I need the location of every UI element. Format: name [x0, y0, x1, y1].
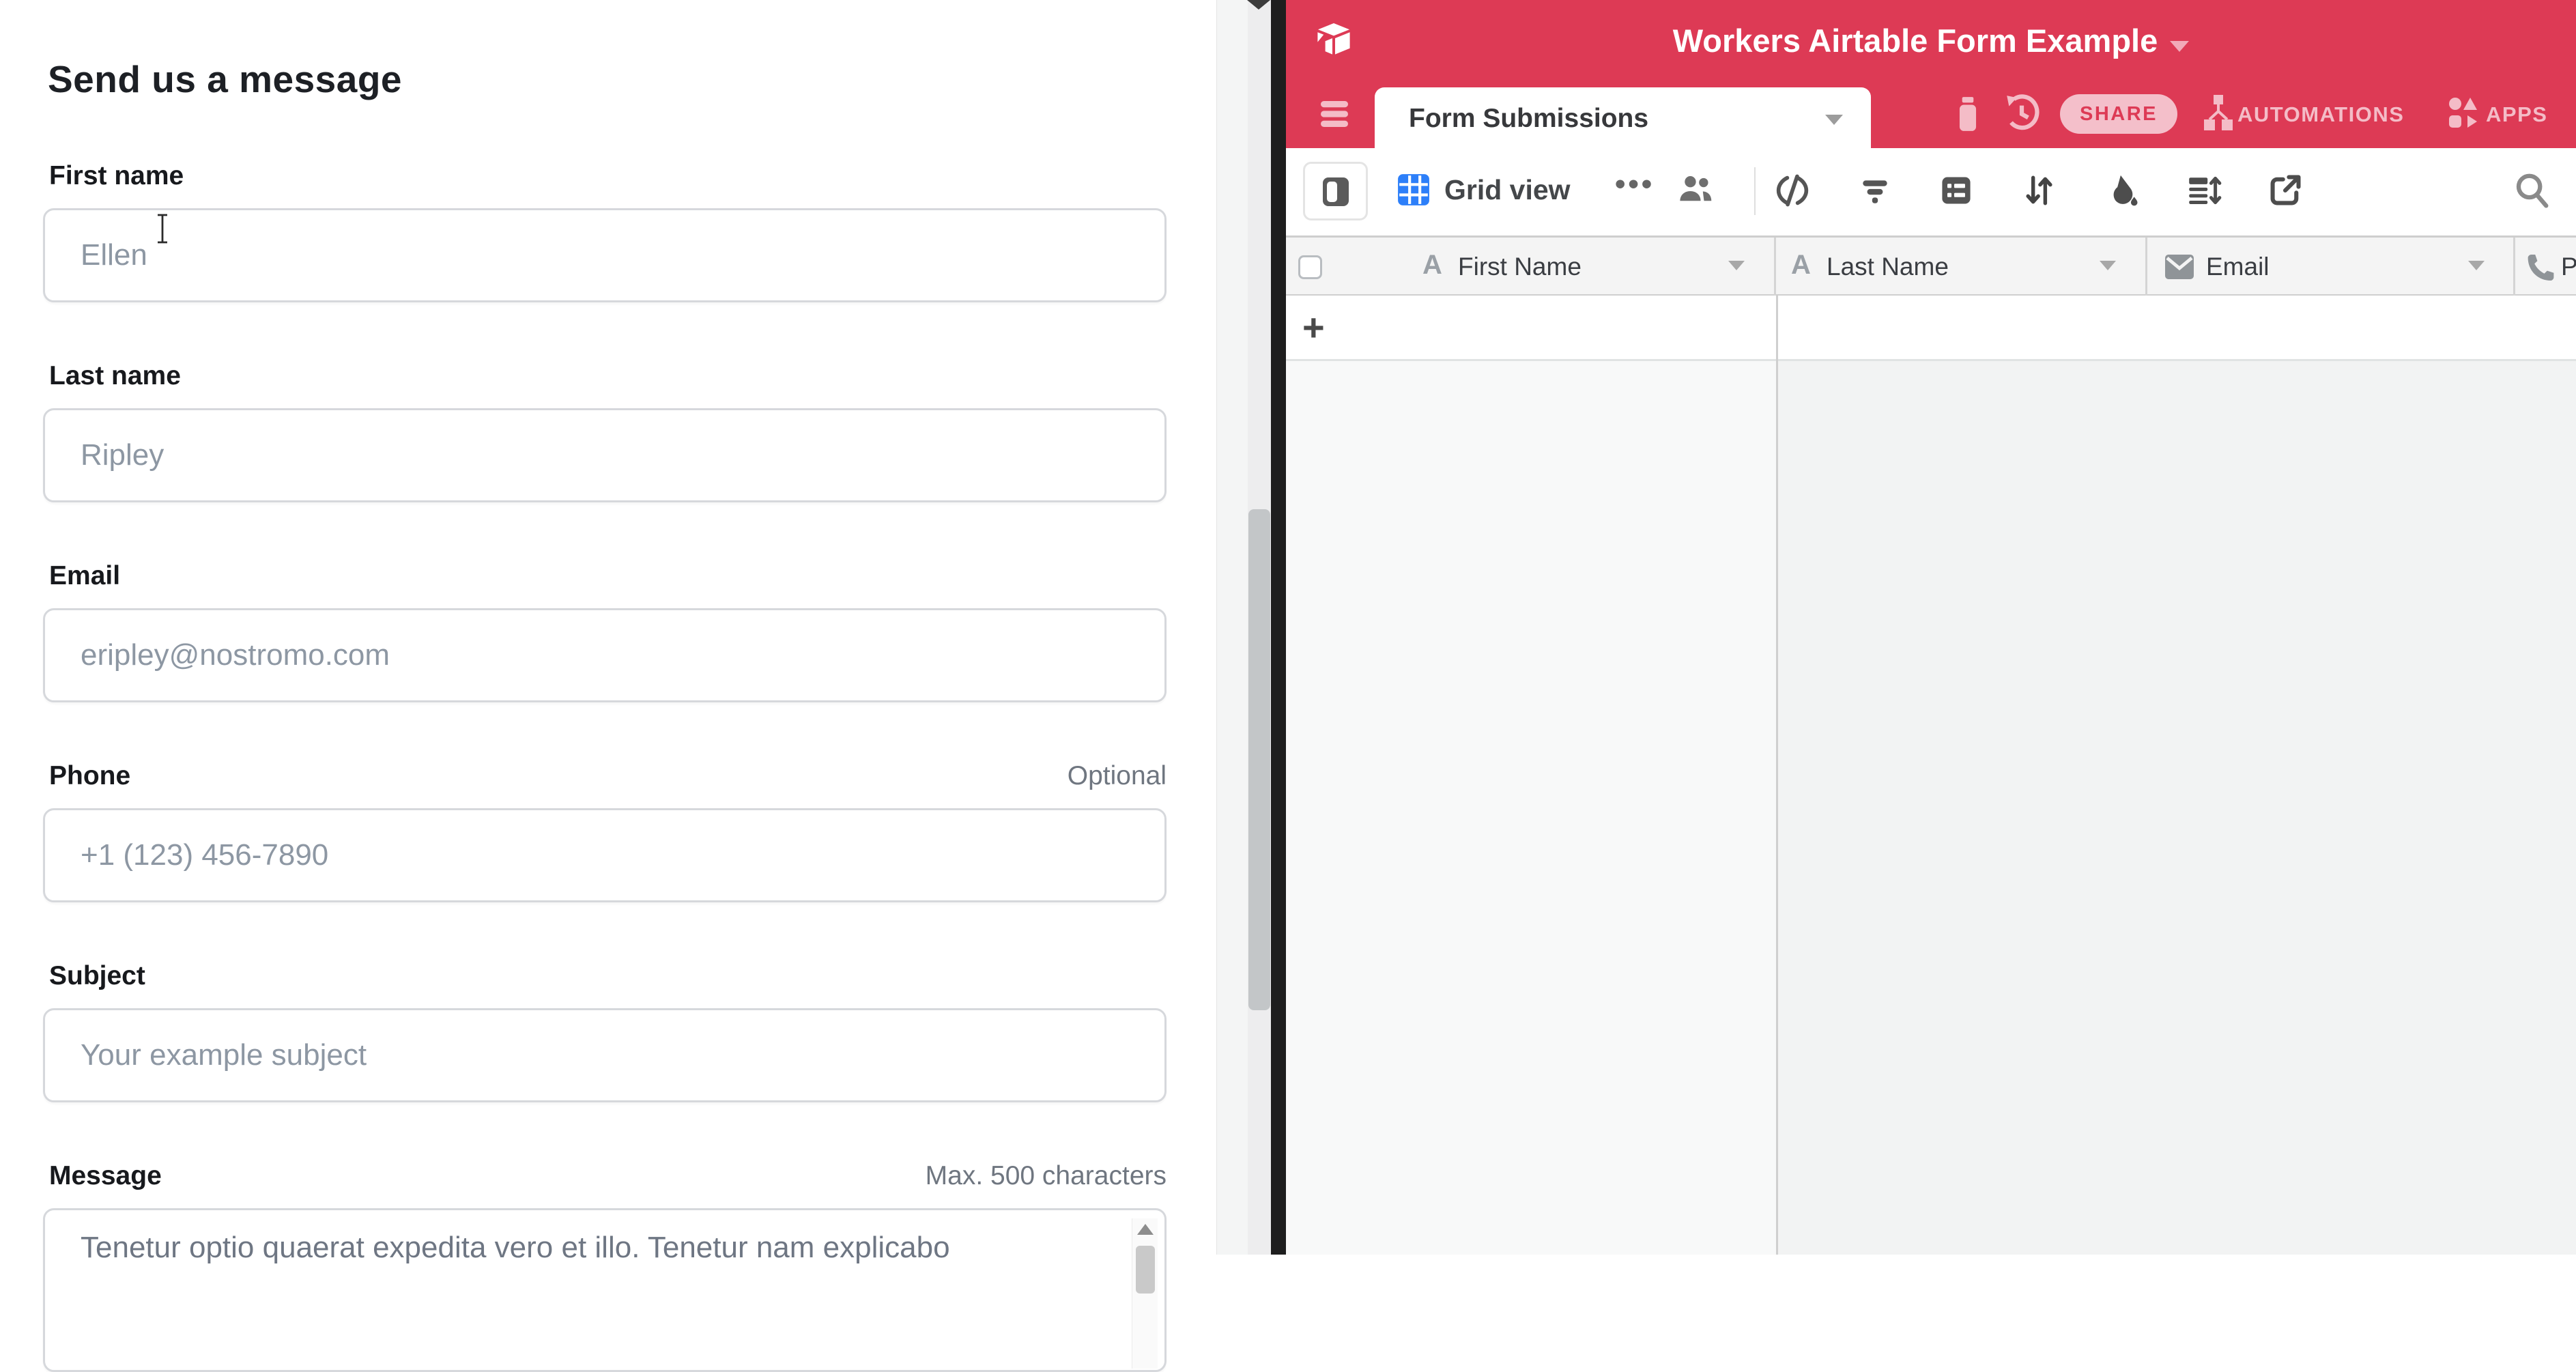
first-name-input[interactable] — [43, 208, 1167, 302]
scroll-up-icon[interactable] — [1137, 1224, 1154, 1235]
column-header-phone[interactable]: P — [2561, 253, 2576, 281]
automations-icon[interactable] — [2202, 94, 2235, 132]
textarea-scrollbar[interactable] — [1132, 1218, 1158, 1369]
search-icon[interactable] — [2513, 171, 2550, 210]
sidebar-toggle-icon — [1321, 176, 1350, 208]
textarea-scroll-thumb[interactable] — [1136, 1246, 1155, 1294]
email-label: Email — [49, 561, 120, 591]
history-icon[interactable] — [2004, 94, 2040, 132]
share-button[interactable]: SHARE — [2060, 94, 2177, 134]
scrollbar-gutter — [1216, 0, 1248, 1255]
group-icon[interactable] — [1938, 173, 1974, 208]
view-bar: Form Submissions SHARE AUTOM — [1286, 79, 2576, 148]
contact-form-pane: Send us a message First name Last name E… — [0, 0, 1216, 1255]
sidebar-menu-icon[interactable] — [1319, 98, 1349, 130]
trash-icon[interactable] — [1952, 96, 1984, 132]
title-caret-icon — [2170, 41, 2189, 52]
grid-empty-area-frozen — [1286, 361, 1776, 1255]
hide-fields-icon[interactable] — [1775, 173, 1810, 208]
tab-form-submissions[interactable]: Form Submissions — [1375, 87, 1871, 148]
add-record-plus-icon[interactable]: + — [1302, 305, 1325, 349]
frozen-column-border[interactable] — [1776, 296, 1778, 1255]
automations-button[interactable]: AUTOMATIONS — [2237, 102, 2404, 127]
toolbar-divider — [1754, 167, 1756, 215]
last-name-label: Last name — [49, 361, 181, 391]
message-text: Tenetur optio quaerat expedita vero et i… — [81, 1231, 950, 1265]
column-caret-icon[interactable] — [2468, 261, 2485, 270]
message-label: Message — [49, 1161, 162, 1191]
window-divider — [1271, 0, 1286, 1255]
column-divider[interactable] — [2145, 238, 2147, 298]
email-input[interactable] — [43, 608, 1167, 702]
phone-optional-note: Optional — [1068, 761, 1167, 791]
subject-input[interactable] — [43, 1008, 1167, 1102]
grid-view-icon[interactable] — [1397, 173, 1431, 207]
row-height-icon[interactable] — [2186, 173, 2222, 208]
sort-icon[interactable] — [2022, 171, 2056, 210]
view-sidebar-toggle-button[interactable] — [1303, 162, 1368, 220]
column-header-last-name[interactable]: Last Name — [1827, 253, 1949, 281]
text-cursor-icon — [151, 213, 174, 244]
airtable-titlebar: Workers Airtable Form Example HELP ? — [1286, 0, 2576, 79]
phone-field-type-icon — [2524, 251, 2557, 284]
grid-empty-area — [1778, 361, 2576, 1255]
last-name-input[interactable] — [43, 408, 1167, 502]
column-header-first-name[interactable]: First Name — [1458, 253, 1582, 281]
message-maxchars-note: Max. 500 characters — [926, 1161, 1167, 1191]
grid-header-row: A First Name A Last Name Email P — [1286, 235, 2576, 296]
view-name-button[interactable]: Grid view — [1444, 174, 1571, 206]
tab-label: Form Submissions — [1409, 104, 1648, 134]
select-all-checkbox[interactable] — [1298, 255, 1322, 279]
column-header-email[interactable]: Email — [2206, 253, 2270, 281]
message-textarea[interactable]: Tenetur optio quaerat expedita vero et i… — [43, 1208, 1167, 1372]
scrollbar-up-arrow-icon[interactable] — [1247, 0, 1270, 10]
apps-icon[interactable] — [2446, 96, 2479, 131]
text-field-type-icon: A — [1422, 250, 1442, 281]
airtable-window: Workers Airtable Form Example HELP ? For… — [1286, 0, 2576, 1255]
first-name-label: First name — [49, 161, 184, 191]
column-caret-icon[interactable] — [2100, 261, 2116, 270]
column-divider[interactable] — [2513, 238, 2515, 298]
view-toolbar: Grid view ••• — [1286, 148, 2576, 235]
form-heading: Send us a message — [48, 57, 402, 101]
view-more-options-icon[interactable]: ••• — [1615, 167, 1655, 201]
color-icon[interactable] — [2104, 173, 2139, 210]
base-title[interactable]: Workers Airtable Form Example — [1286, 22, 2576, 59]
filter-icon[interactable] — [1858, 174, 1892, 208]
page-scroll-thumb[interactable] — [1248, 509, 1270, 1010]
tab-caret-icon — [1825, 115, 1843, 125]
column-caret-icon[interactable] — [1728, 261, 1745, 270]
phone-input[interactable] — [43, 808, 1167, 902]
column-divider[interactable] — [1774, 238, 1776, 298]
text-field-type-icon: A — [1791, 250, 1811, 281]
share-view-icon[interactable] — [2267, 173, 2303, 208]
collaborators-icon[interactable] — [1676, 171, 1715, 207]
subject-label: Subject — [49, 961, 145, 991]
add-record-row[interactable]: + — [1286, 296, 2576, 361]
email-field-type-icon — [2164, 253, 2195, 281]
apps-button[interactable]: APPS — [2486, 102, 2547, 127]
phone-label: Phone — [49, 761, 130, 791]
